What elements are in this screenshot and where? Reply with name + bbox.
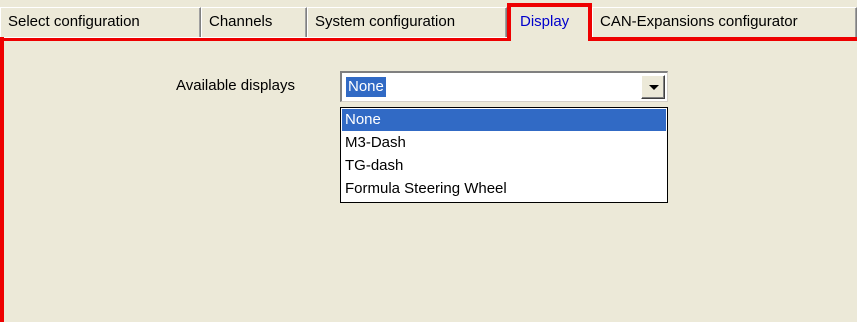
option-formula-steering-wheel[interactable]: Formula Steering Wheel: [342, 178, 666, 200]
available-displays-label: Available displays: [176, 77, 295, 94]
tab-can-expansions-configurator[interactable]: CAN-Expansions configurator: [592, 7, 857, 37]
window: Select configuration Channels System con…: [0, 0, 857, 322]
tab-strip: Select configuration Channels System con…: [0, 0, 857, 41]
dropdown-button[interactable]: [641, 75, 665, 99]
page-top-edge: [4, 37, 507, 38]
available-displays-select[interactable]: None: [340, 71, 668, 102]
tab-channels[interactable]: Channels: [201, 7, 307, 37]
tab-display[interactable]: Display: [507, 3, 592, 41]
chevron-down-icon: [649, 85, 659, 90]
available-displays-dropdown-list: None M3-Dash TG-dash Formula Steering Wh…: [340, 107, 668, 203]
tab-select-configuration[interactable]: Select configuration: [0, 7, 201, 37]
tab-system-configuration[interactable]: System configuration: [307, 7, 507, 37]
option-none[interactable]: None: [342, 109, 666, 131]
select-current-value: None: [345, 76, 387, 98]
option-m3-dash[interactable]: M3-Dash: [342, 132, 666, 154]
option-tg-dash[interactable]: TG-dash: [342, 155, 666, 177]
